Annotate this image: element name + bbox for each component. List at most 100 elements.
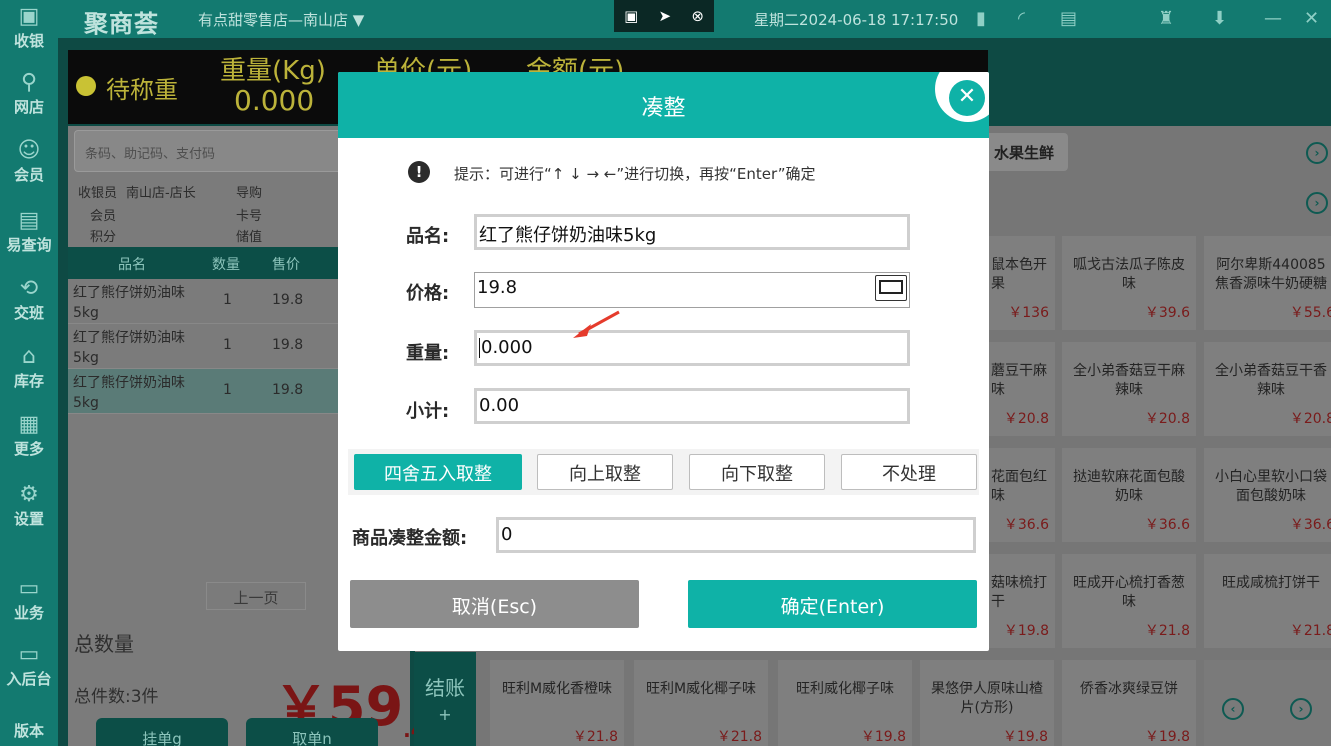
name-field[interactable]: 红了熊仔饼奶油味5kg (474, 214, 910, 250)
product-card[interactable]: 全小弟香菇豆干香辣味 ￥20.8 (1204, 342, 1331, 436)
nav-online-store[interactable]: ⚲ 网店 (0, 70, 58, 117)
download-icon[interactable]: ⬇ (1212, 8, 1227, 29)
chevron-left-icon[interactable]: ‹ (1222, 698, 1244, 720)
nav-member[interactable]: ☺ 会员 (0, 138, 58, 185)
col-name: 品名 (118, 257, 146, 273)
category-tab[interactable]: 水果生鲜 (980, 133, 1068, 171)
printer-icon[interactable]: ▤ (1060, 8, 1077, 29)
keyboard-icon[interactable] (875, 275, 907, 301)
close-icon[interactable]: ✕ (949, 80, 985, 116)
nav-backend[interactable]: ▭ 入后台 (0, 642, 58, 689)
hold-order-button[interactable]: 挂单g (96, 718, 228, 746)
subtotal-label: 小计: (406, 401, 450, 422)
close-icon[interactable]: ⊗ (691, 7, 704, 25)
warning-icon: ! (408, 161, 430, 183)
product-card[interactable]: 旺成开心梳打香葱味 ￥21.8 (1062, 554, 1196, 648)
price-field[interactable]: 19.8 (474, 272, 910, 308)
chevron-right-icon[interactable]: › (1290, 698, 1312, 720)
round-down-button[interactable]: 向下取整 (689, 454, 825, 490)
product-card[interactable]: 小白心里软小口袋面包酸奶味 ￥36.6 (1204, 448, 1331, 542)
product-card[interactable]: 全小弟香菇豆干麻辣味 ￥20.8 (1062, 342, 1196, 436)
weight-label: 重量: (406, 343, 450, 364)
nav-settings[interactable]: ⚙ 设置 (0, 482, 58, 529)
chevron-right-icon[interactable]: › (1306, 192, 1328, 214)
product-card[interactable]: 蘑豆干麻味 ￥20.8 (989, 342, 1055, 436)
member-icon: ☺ (17, 138, 41, 163)
window-controls: ▣ ➤ ⊗ (614, 0, 714, 32)
item-price: 19.8 (272, 337, 304, 353)
weight-field[interactable]: 0.000 (474, 330, 910, 366)
battery-icon: ▮ (976, 8, 986, 29)
subtotal-field[interactable]: 0.00 (474, 388, 910, 424)
grid-icon: ▦ (18, 412, 40, 437)
product-card[interactable]: 呱戈古法瓜子陈皮味 ￥39.6 (1062, 236, 1196, 330)
nav-more[interactable]: ▦ 更多 (0, 412, 58, 459)
price-label: 价格: (406, 283, 450, 304)
item-price: 19.8 (272, 382, 304, 398)
cashier-icon: ▣ (18, 4, 40, 29)
round-amount-field[interactable]: 0 (496, 517, 976, 553)
scale-status: 待称重 (106, 76, 178, 104)
weight-label: 重量(Kg) (220, 56, 326, 86)
close-window-icon[interactable]: ✕ (1304, 8, 1319, 29)
product-card[interactable]: 旺利M威化椰子味 ￥21.8 (634, 660, 768, 746)
stored-value-label: 储值 (236, 230, 263, 245)
prev-page-button[interactable]: 上一页 (206, 582, 306, 610)
dialog-header: 凑整 ✕ (338, 72, 989, 138)
scale-status-dot (76, 76, 96, 96)
nav-handover[interactable]: ⟲ 交班 (0, 276, 58, 323)
inventory-icon: ⌂ (22, 344, 36, 369)
no-rounding-button[interactable]: 不处理 (841, 454, 977, 490)
hint-text: 提示：可进行“↑ ↓ → ←”进行切换，再按“Enter”确定 (454, 165, 816, 183)
nav-inventory[interactable]: ⌂ 库存 (0, 344, 58, 391)
product-card[interactable]: 花面包红味 ￥36.6 (989, 448, 1055, 542)
minimize-icon[interactable]: — (1264, 8, 1282, 29)
weight-value: 0.000 (481, 337, 533, 358)
datetime: 星期二2024-06-18 17:17:50 (754, 11, 959, 29)
nav-version[interactable]: 版本 (0, 720, 58, 741)
product-card[interactable]: 果悠伊人原味山楂片(方形) ￥19.8 (920, 660, 1054, 746)
pin-icon[interactable]: ➤ (659, 7, 672, 25)
product-card[interactable]: 菇味梳打干 ￥19.8 (989, 554, 1055, 648)
chevron-right-icon[interactable]: › (1306, 142, 1328, 164)
top-bar: 聚商荟 有点甜零售店—南山店 ▼ ▣ ➤ ⊗ 星期二2024-06-18 17:… (0, 0, 1331, 38)
cancel-button[interactable]: 取消(Esc) (350, 580, 639, 628)
confirm-button[interactable]: 确定(Enter) (688, 580, 977, 628)
store-selector[interactable]: 有点甜零售店—南山店 ▼ (198, 9, 364, 30)
points-label: 积分 (90, 230, 117, 245)
retrieve-order-button[interactable]: 取单n (246, 718, 378, 746)
nav-business[interactable]: ▭ 业务 (0, 576, 58, 623)
price-value: 19.8 (477, 277, 518, 298)
bike-icon: ⚲ (20, 70, 38, 95)
product-card[interactable]: 旺成咸梳打饼干 ￥21.8 (1204, 554, 1331, 648)
weight-value: 0.000 (234, 84, 315, 117)
round-amount-label: 商品凑整金额: (352, 528, 468, 549)
item-qty: 1 (223, 337, 232, 353)
col-qty: 数量 (212, 257, 240, 273)
annotation-arrow-icon (573, 310, 620, 338)
left-nav: ▣ 收银 ⚲ 网店 ☺ 会员 ▤ 易查询 ⟲ 交班 ⌂ 库存 ▦ 更多 ⚙ 设置 ▭ 业务 ▭ 入后… (0, 0, 58, 746)
item-qty: 1 (223, 292, 232, 308)
product-card[interactable]: 旺利M威化香橙味 ￥21.8 (490, 660, 624, 746)
total-count: 总件数:3件 (74, 687, 159, 707)
shirt-icon[interactable]: ♜ (1158, 8, 1174, 29)
product-card[interactable]: 侨香冰爽绿豆饼 ￥19.8 (1062, 660, 1196, 746)
wifi-icon: ◜ (1018, 8, 1025, 29)
name-label: 品名: (406, 226, 450, 247)
product-card[interactable]: 阿尔卑斯440085焦香源味牛奶硬糖 ￥55.6 (1204, 236, 1331, 330)
round-up-button[interactable]: 向上取整 (537, 454, 673, 490)
product-card[interactable]: 挞迪软麻花面包酸奶味 ￥36.6 (1062, 448, 1196, 542)
member-label: 会员 (90, 209, 117, 224)
business-icon: ▭ (18, 576, 40, 601)
nav-cashier[interactable]: ▣ 收银 (0, 4, 58, 51)
restore-icon[interactable]: ▣ (624, 7, 638, 25)
brand-logo: 聚商荟 (84, 10, 159, 38)
item-name: 红了熊仔饼奶油味5kg (73, 375, 185, 411)
checkout-button[interactable]: 结账 + (414, 652, 476, 746)
nav-query[interactable]: ▤ 易查询 (0, 208, 58, 255)
round-half-up-button[interactable]: 四舍五入取整 (354, 454, 522, 490)
product-card[interactable]: 鼠本色开果 ￥136 (989, 236, 1055, 330)
item-qty: 1 (223, 382, 232, 398)
product-card[interactable]: 旺利威化椰子味 ￥19.8 (778, 660, 912, 746)
card-label: 卡号 (236, 209, 263, 224)
